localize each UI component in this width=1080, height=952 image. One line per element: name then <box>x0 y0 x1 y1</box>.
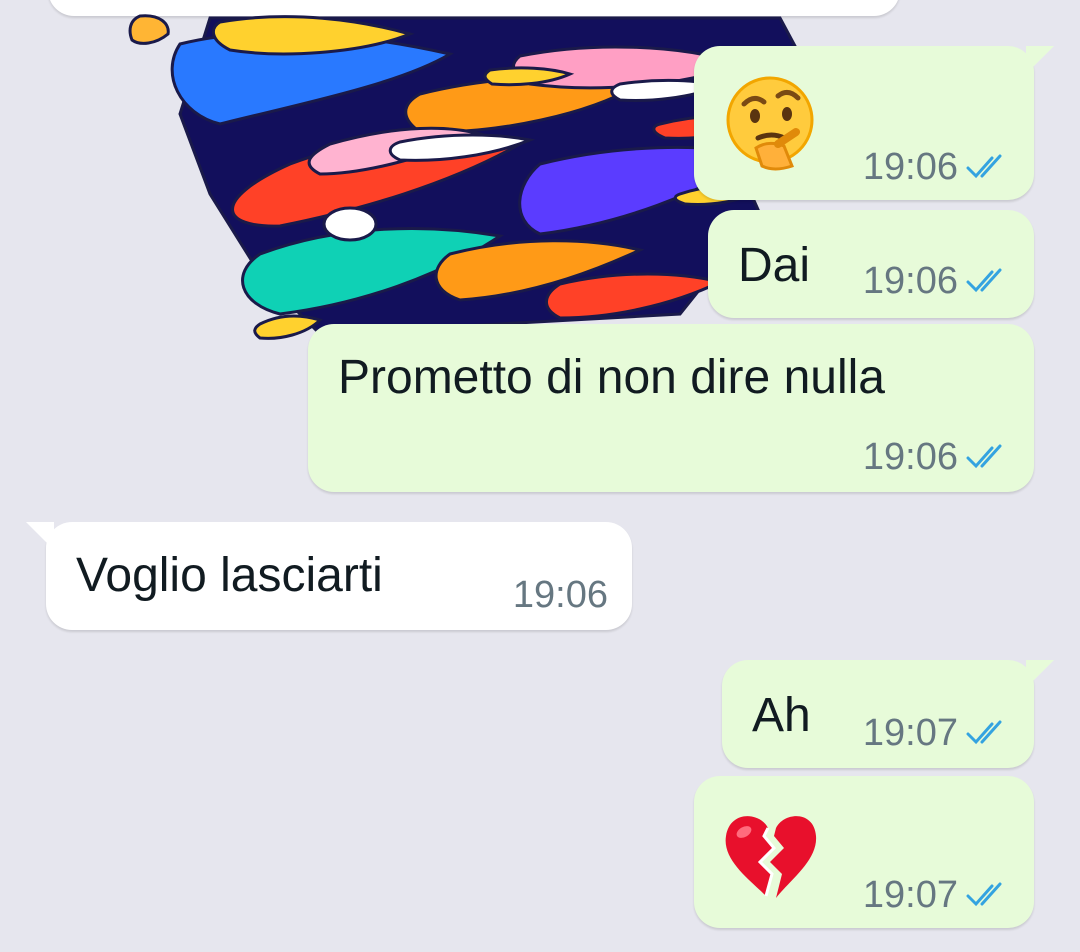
message-bubble-broken-heart-emoji[interactable]: 19:07 <box>694 776 1034 928</box>
message-time: 19:06 <box>862 146 958 188</box>
message-bubble-dai[interactable]: Dai 19:06 <box>708 210 1034 318</box>
read-double-tick-icon <box>966 268 1002 293</box>
broken-heart-icon <box>725 816 817 898</box>
message-time: 19:07 <box>862 874 958 916</box>
read-double-tick-icon <box>966 154 1002 179</box>
thinking-face-icon <box>726 76 814 171</box>
message-meta: 19:06 <box>863 438 1010 476</box>
message-meta: 19:06 <box>863 148 1010 186</box>
message-meta: 19:06 <box>513 576 608 614</box>
message-text: Voglio lasciarti <box>76 549 383 602</box>
message-text: Dai <box>738 239 811 292</box>
message-meta: 19:06 <box>863 262 1010 300</box>
message-time: 19:07 <box>862 712 958 754</box>
message-meta: 19:07 <box>863 714 1010 752</box>
message-time: 19:06 <box>862 260 958 302</box>
read-double-tick-icon <box>966 882 1002 907</box>
message-bubble-voglio-lasciarti[interactable]: Voglio lasciarti 19:06 <box>26 522 632 630</box>
message-bubble-thinking-emoji[interactable]: 19:06 <box>694 46 1054 200</box>
message-time: 19:06 <box>862 436 958 478</box>
message-text: Ah <box>752 689 811 742</box>
chat-view: 19:06 Dai 19:06 Prometto di non dire nul… <box>0 0 1080 952</box>
message-bubble-ah[interactable]: Ah 19:07 <box>722 660 1054 768</box>
read-double-tick-icon <box>966 720 1002 745</box>
message-bubble-prometto[interactable]: Prometto di non dire nulla 19:06 <box>308 324 1034 492</box>
message-text: Prometto di non dire nulla <box>338 351 885 404</box>
read-double-tick-icon <box>966 444 1002 469</box>
message-meta: 19:07 <box>863 876 1010 914</box>
message-time: 19:06 <box>512 574 608 616</box>
